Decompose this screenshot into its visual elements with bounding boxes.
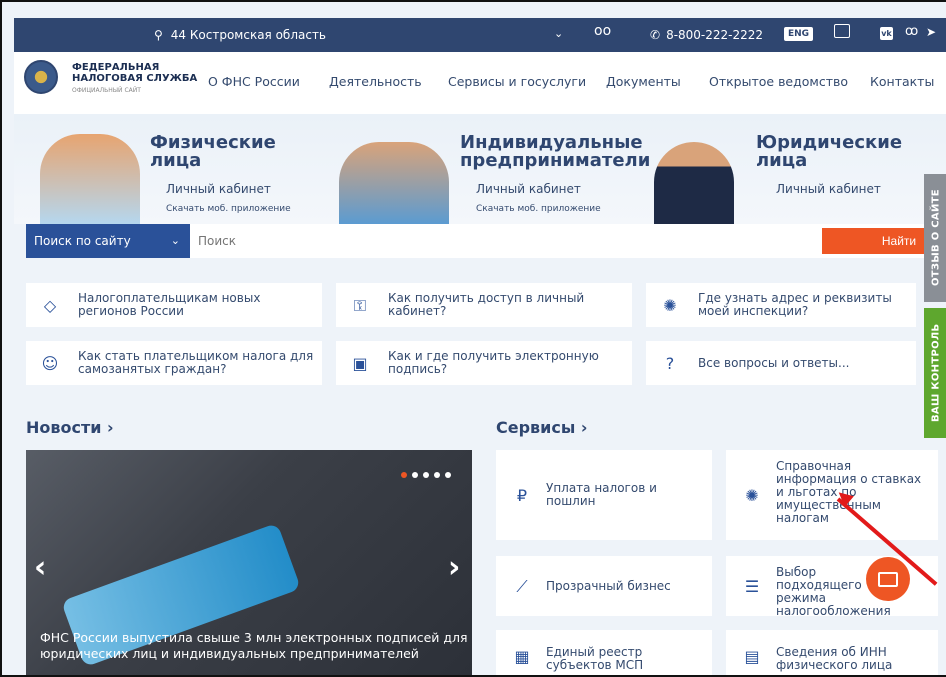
service-sme-registry[interactable]: ▦ Единый реестр субъектов МСП <box>496 630 712 675</box>
vk-icon[interactable]: vk <box>880 27 893 40</box>
location-pin-icon: ⚲ <box>154 28 163 42</box>
registry-icon: ▦ <box>514 646 530 666</box>
site-search: Поиск по сайту ⌄ Найти <box>26 224 946 258</box>
hero-title-2[interactable]: лица <box>150 152 291 170</box>
nav-item-about[interactable]: О ФНС России <box>208 74 300 89</box>
quick-link-faq[interactable]: ? Все вопросы и ответы... <box>646 341 916 385</box>
payment-icon: ₽ <box>516 485 528 505</box>
signature-icon: ▣ <box>352 353 368 373</box>
feedback-tab[interactable]: ОТЗЫВ О САЙТЕ <box>924 174 946 302</box>
search-scope-select[interactable]: Поиск по сайту ⌄ <box>26 224 190 258</box>
nav-item-open-agency[interactable]: Открытое ведомство <box>709 74 848 89</box>
question-icon: ? <box>665 353 675 373</box>
quick-link-new-regions[interactable]: ◇ Налогоплательщикам новых регионов Росс… <box>26 283 322 327</box>
brand-name[interactable]: ФЕДЕРАЛЬНАЯ НАЛОГОВАЯ СЛУЖБА ОФИЦИАЛЬНЫЙ… <box>72 62 197 96</box>
slider-icon: ☰ <box>744 576 760 596</box>
news-heading-label: Новости <box>26 418 102 437</box>
services-heading-label: Сервисы <box>496 418 576 437</box>
family-illustration <box>40 134 140 224</box>
service-inn-lookup[interactable]: ▤ Сведения об ИНН физического лица <box>726 630 938 675</box>
entrepreneur-illustration <box>339 142 449 224</box>
browser-viewport: ⚲ 44 Костромская область ⌄ oo ✆ 8-800-22… <box>0 0 946 677</box>
quick-link-label: Как стать плательщиком налога для самоза… <box>78 349 314 376</box>
businessman-illustration <box>654 142 734 224</box>
quick-link-e-signature[interactable]: ▣ Как и где получить электронную подпись… <box>336 341 632 385</box>
nav-item-contacts[interactable]: Контакты <box>870 74 934 89</box>
self-employed-icon: ☺ <box>41 353 59 373</box>
chat-icon <box>878 571 898 587</box>
phone-icon: ✆ <box>650 28 661 42</box>
quick-link-inspection-address[interactable]: ✺ Где узнать адрес и реквизиты моей инсп… <box>646 283 916 327</box>
carousel-dot[interactable] <box>445 472 451 478</box>
services-heading[interactable]: Сервисы › <box>496 418 588 437</box>
brand-line-2: НАЛОГОВАЯ СЛУЖБА <box>72 73 198 84</box>
glasses-icon[interactable]: oo <box>594 23 611 39</box>
carousel-dot[interactable] <box>401 472 407 478</box>
inn-icon: ▤ <box>744 646 760 666</box>
entrepreneurs-cabinet-link[interactable]: Личный кабинет <box>476 182 650 196</box>
hotline-link[interactable]: ✆ 8-800-222-2222 <box>650 18 763 52</box>
hero-title-2[interactable]: лица <box>756 152 902 170</box>
carousel-dot[interactable] <box>412 472 418 478</box>
service-label: Сведения об ИНН физического лица <box>776 645 893 672</box>
nav-item-services[interactable]: Сервисы и госуслуги <box>448 74 586 89</box>
chat-icon[interactable] <box>834 24 850 38</box>
service-label: Прозрачный бизнес <box>546 579 671 593</box>
news-heading[interactable]: Новости › <box>26 418 114 437</box>
map-icon: ◇ <box>43 295 57 315</box>
language-switch[interactable]: ENG <box>784 27 814 41</box>
fns-emblem-icon[interactable] <box>24 60 58 94</box>
top-bar: ⚲ 44 Костромская область ⌄ oo ✆ 8-800-22… <box>14 18 946 52</box>
nav-item-activity[interactable]: Деятельность <box>329 74 422 89</box>
hotline-number: 8-800-222-2222 <box>666 28 764 42</box>
main-navigation: ФЕДЕРАЛЬНАЯ НАЛОГОВАЯ СЛУЖБА ОФИЦИАЛЬНЫЙ… <box>14 52 946 114</box>
carousel-prev-icon[interactable]: ‹ <box>34 550 46 585</box>
region-label: 44 Костромская область <box>170 28 326 42</box>
telegram-icon[interactable]: ➤ <box>926 25 936 39</box>
service-label: Уплата налогов и пошлин <box>546 481 657 508</box>
carousel-dot[interactable] <box>423 472 429 478</box>
quick-link-label: Где узнать адрес и реквизиты моей инспек… <box>698 291 892 318</box>
legal-cabinet-link[interactable]: Личный кабинет <box>776 182 902 196</box>
business-icon: ⟋ <box>516 576 528 596</box>
hero-entrepreneurs: Индивидуальные предприниматели Личный ка… <box>460 134 650 215</box>
service-tax-payment[interactable]: ₽ Уплата налогов и пошлин <box>496 450 712 540</box>
control-tab[interactable]: ВАШ КОНТРОЛЬ <box>924 308 946 438</box>
audience-banner: Физические лица Личный кабинет Скачать м… <box>14 114 946 224</box>
search-scope-label: Поиск по сайту <box>34 234 131 248</box>
individuals-app-link[interactable]: Скачать моб. приложение <box>166 204 291 214</box>
key-icon: ⚿ <box>353 295 367 315</box>
quick-link-label: Все вопросы и ответы... <box>698 355 850 370</box>
hero-legal-entities: Юридические лица Личный кабинет <box>756 134 902 197</box>
individuals-cabinet-link[interactable]: Личный кабинет <box>166 182 291 196</box>
quick-link-cabinet-access[interactable]: ⚿ Как получить доступ в личный кабинет? <box>336 283 632 327</box>
hero-individuals: Физические лица Личный кабинет Скачать м… <box>150 134 291 215</box>
carousel-next-icon[interactable]: › <box>448 550 460 585</box>
nav-item-documents[interactable]: Документы <box>606 74 681 89</box>
info-icon: ✺ <box>745 485 759 505</box>
service-property-tax-info[interactable]: ✺ Справочная информация о ставках и льго… <box>726 450 938 540</box>
quick-link-label: Как получить доступ в личный кабинет? <box>388 291 585 318</box>
entrepreneurs-app-link[interactable]: Скачать моб. приложение <box>476 204 650 214</box>
news-caption[interactable]: ФНС России выпустила свыше 3 млн электро… <box>40 630 470 662</box>
news-carousel[interactable]: ‹ › ФНС России выпустила свыше 3 млн эле… <box>26 450 472 675</box>
brand-subtitle: ОФИЦИАЛЬНЫЙ САЙТ <box>72 87 141 94</box>
service-transparent-business[interactable]: ⟋ Прозрачный бизнес <box>496 556 712 616</box>
carousel-dot[interactable] <box>434 472 440 478</box>
brand-line-1: ФЕДЕРАЛЬНАЯ <box>72 62 160 73</box>
quick-link-self-employed[interactable]: ☺ Как стать плательщиком налога для само… <box>26 341 322 385</box>
odnoklassniki-icon[interactable]: ꝏ <box>905 24 918 39</box>
carousel-indicators <box>401 472 451 478</box>
quick-link-label: Как и где получить электронную подпись? <box>388 349 599 376</box>
chat-assistant-button[interactable] <box>866 557 910 601</box>
chevron-down-icon[interactable]: ⌄ <box>554 27 563 40</box>
chevron-down-icon: ⌄ <box>170 234 180 247</box>
hero-title-2[interactable]: предприниматели <box>460 152 650 170</box>
emblem-icon: ✺ <box>663 295 677 315</box>
search-input[interactable] <box>198 231 798 251</box>
service-label: Единый реестр субъектов МСП <box>546 645 644 672</box>
region-selector[interactable]: ⚲ 44 Костромская область <box>154 18 326 52</box>
quick-link-label: Налогоплательщикам новых регионов России <box>78 291 261 318</box>
